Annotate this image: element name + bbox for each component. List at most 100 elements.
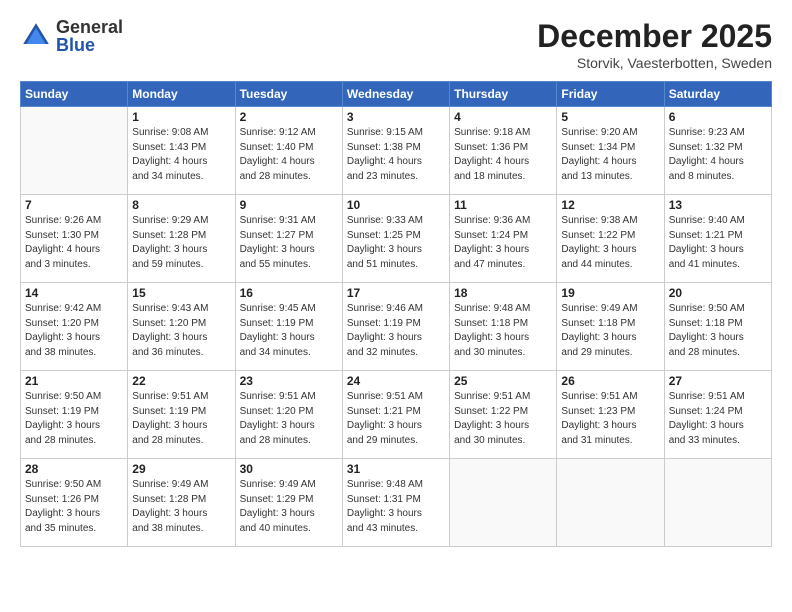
- day-number: 1: [132, 110, 230, 124]
- calendar-cell: 25 Sunrise: 9:51 AM Sunset: 1:22 PM Dayli…: [450, 371, 557, 459]
- day-number: 22: [132, 374, 230, 388]
- logo-general: General: [56, 18, 123, 36]
- weekday-header-wednesday: Wednesday: [342, 82, 449, 107]
- calendar-cell: 17 Sunrise: 9:46 AM Sunset: 1:19 PM Dayli…: [342, 283, 449, 371]
- calendar-cell: 27 Sunrise: 9:51 AM Sunset: 1:24 PM Dayli…: [664, 371, 771, 459]
- weekday-header-sunday: Sunday: [21, 82, 128, 107]
- day-number: 24: [347, 374, 445, 388]
- weekday-header-tuesday: Tuesday: [235, 82, 342, 107]
- calendar-cell: [450, 459, 557, 547]
- day-number: 27: [669, 374, 767, 388]
- day-number: 7: [25, 198, 123, 212]
- day-info: Sunrise: 9:49 AM Sunset: 1:29 PM Dayligh…: [240, 478, 338, 536]
- calendar-cell: 14 Sunrise: 9:42 AM Sunset: 1:20 PM Dayli…: [21, 283, 128, 371]
- calendar-cell: [664, 459, 771, 547]
- calendar-subtitle: Storvik, Vaesterbotten, Sweden: [537, 55, 772, 71]
- calendar-cell: 11Sunrise: 9:36 AM Sunset: 1:24 PM Dayli…: [450, 195, 557, 283]
- weekday-header-thursday: Thursday: [450, 82, 557, 107]
- day-number: 17: [347, 286, 445, 300]
- day-info: Sunrise: 9:31 AM Sunset: 1:27 PM Dayligh…: [240, 214, 338, 272]
- day-number: 6: [669, 110, 767, 124]
- day-number: 18: [454, 286, 552, 300]
- calendar-cell: 18 Sunrise: 9:48 AM Sunset: 1:18 PM Dayli…: [450, 283, 557, 371]
- calendar-cell: [21, 107, 128, 195]
- day-info: Sunrise: 9:26 AM Sunset: 1:30 PM Dayligh…: [25, 214, 123, 272]
- calendar-week-row: 21Sunrise: 9:50 AM Sunset: 1:19 PM Dayli…: [21, 371, 772, 459]
- day-info: Sunrise: 9:40 AM Sunset: 1:21 PM Dayligh…: [669, 214, 767, 272]
- day-info: Sunrise: 9:51 AM Sunset: 1:23 PM Dayligh…: [561, 390, 659, 448]
- day-info: Sunrise: 9:08 AM Sunset: 1:43 PM Dayligh…: [132, 126, 230, 184]
- day-info: Sunrise: 9:43 AM Sunset: 1:20 PM Dayligh…: [132, 302, 230, 360]
- calendar-week-row: 1 Sunrise: 9:08 AM Sunset: 1:43 PM Daylig…: [21, 107, 772, 195]
- day-info: Sunrise: 9:51 AM Sunset: 1:20 PM Dayligh…: [240, 390, 338, 448]
- day-info: Sunrise: 9:49 AM Sunset: 1:18 PM Dayligh…: [561, 302, 659, 360]
- day-number: 19: [561, 286, 659, 300]
- day-info: Sunrise: 9:45 AM Sunset: 1:19 PM Dayligh…: [240, 302, 338, 360]
- logo-blue: Blue: [56, 36, 123, 54]
- day-info: Sunrise: 9:33 AM Sunset: 1:25 PM Dayligh…: [347, 214, 445, 272]
- day-info: Sunrise: 9:29 AM Sunset: 1:28 PM Dayligh…: [132, 214, 230, 272]
- day-info: Sunrise: 9:18 AM Sunset: 1:36 PM Dayligh…: [454, 126, 552, 184]
- day-number: 28: [25, 462, 123, 476]
- day-info: Sunrise: 9:48 AM Sunset: 1:18 PM Dayligh…: [454, 302, 552, 360]
- day-info: Sunrise: 9:46 AM Sunset: 1:19 PM Dayligh…: [347, 302, 445, 360]
- calendar-cell: 16 Sunrise: 9:45 AM Sunset: 1:19 PM Dayli…: [235, 283, 342, 371]
- weekday-header-friday: Friday: [557, 82, 664, 107]
- logo-text: General Blue: [56, 18, 123, 54]
- logo: General Blue: [20, 18, 123, 54]
- day-number: 2: [240, 110, 338, 124]
- day-info: Sunrise: 9:48 AM Sunset: 1:31 PM Dayligh…: [347, 478, 445, 536]
- calendar-cell: 22 Sunrise: 9:51 AM Sunset: 1:19 PM Dayli…: [128, 371, 235, 459]
- day-info: Sunrise: 9:50 AM Sunset: 1:26 PM Dayligh…: [25, 478, 123, 536]
- day-number: 8: [132, 198, 230, 212]
- page: General Blue December 2025 Storvik, Vaes…: [0, 0, 792, 612]
- calendar-cell: 6Sunrise: 9:23 AM Sunset: 1:32 PM Daylig…: [664, 107, 771, 195]
- day-number: 12: [561, 198, 659, 212]
- day-info: Sunrise: 9:50 AM Sunset: 1:18 PM Dayligh…: [669, 302, 767, 360]
- calendar-cell: 24Sunrise: 9:51 AM Sunset: 1:21 PM Dayli…: [342, 371, 449, 459]
- calendar-cell: [557, 459, 664, 547]
- day-number: 10: [347, 198, 445, 212]
- day-number: 23: [240, 374, 338, 388]
- calendar-cell: 2 Sunrise: 9:12 AM Sunset: 1:40 PM Daylig…: [235, 107, 342, 195]
- day-info: Sunrise: 9:15 AM Sunset: 1:38 PM Dayligh…: [347, 126, 445, 184]
- day-number: 9: [240, 198, 338, 212]
- calendar-cell: 4Sunrise: 9:18 AM Sunset: 1:36 PM Daylig…: [450, 107, 557, 195]
- calendar-cell: 3 Sunrise: 9:15 AM Sunset: 1:38 PM Daylig…: [342, 107, 449, 195]
- calendar-cell: 7 Sunrise: 9:26 AM Sunset: 1:30 PM Daylig…: [21, 195, 128, 283]
- weekday-header-saturday: Saturday: [664, 82, 771, 107]
- calendar-cell: 9 Sunrise: 9:31 AM Sunset: 1:27 PM Daylig…: [235, 195, 342, 283]
- day-number: 14: [25, 286, 123, 300]
- calendar-cell: 26 Sunrise: 9:51 AM Sunset: 1:23 PM Dayli…: [557, 371, 664, 459]
- calendar-table: SundayMondayTuesdayWednesdayThursdayFrid…: [20, 81, 772, 547]
- day-number: 26: [561, 374, 659, 388]
- calendar-week-row: 28 Sunrise: 9:50 AM Sunset: 1:26 PM Dayli…: [21, 459, 772, 547]
- calendar-cell: 29Sunrise: 9:49 AM Sunset: 1:28 PM Dayli…: [128, 459, 235, 547]
- calendar-header: SundayMondayTuesdayWednesdayThursdayFrid…: [21, 82, 772, 107]
- day-number: 3: [347, 110, 445, 124]
- day-number: 5: [561, 110, 659, 124]
- day-info: Sunrise: 9:51 AM Sunset: 1:24 PM Dayligh…: [669, 390, 767, 448]
- day-info: Sunrise: 9:36 AM Sunset: 1:24 PM Dayligh…: [454, 214, 552, 272]
- day-number: 25: [454, 374, 552, 388]
- weekday-row: SundayMondayTuesdayWednesdayThursdayFrid…: [21, 82, 772, 107]
- day-info: Sunrise: 9:12 AM Sunset: 1:40 PM Dayligh…: [240, 126, 338, 184]
- calendar-cell: 28 Sunrise: 9:50 AM Sunset: 1:26 PM Dayli…: [21, 459, 128, 547]
- day-info: Sunrise: 9:51 AM Sunset: 1:22 PM Dayligh…: [454, 390, 552, 448]
- day-number: 21: [25, 374, 123, 388]
- calendar-cell: 19 Sunrise: 9:49 AM Sunset: 1:18 PM Dayli…: [557, 283, 664, 371]
- day-number: 20: [669, 286, 767, 300]
- calendar-cell: 21Sunrise: 9:50 AM Sunset: 1:19 PM Dayli…: [21, 371, 128, 459]
- calendar-cell: 15Sunrise: 9:43 AM Sunset: 1:20 PM Dayli…: [128, 283, 235, 371]
- calendar-cell: 12Sunrise: 9:38 AM Sunset: 1:22 PM Dayli…: [557, 195, 664, 283]
- title-block: December 2025 Storvik, Vaesterbotten, Sw…: [537, 18, 772, 71]
- day-info: Sunrise: 9:42 AM Sunset: 1:20 PM Dayligh…: [25, 302, 123, 360]
- calendar-cell: 1 Sunrise: 9:08 AM Sunset: 1:43 PM Daylig…: [128, 107, 235, 195]
- calendar-cell: 8 Sunrise: 9:29 AM Sunset: 1:28 PM Daylig…: [128, 195, 235, 283]
- calendar-cell: 10 Sunrise: 9:33 AM Sunset: 1:25 PM Dayli…: [342, 195, 449, 283]
- weekday-header-monday: Monday: [128, 82, 235, 107]
- logo-icon: [20, 20, 52, 52]
- day-number: 16: [240, 286, 338, 300]
- day-info: Sunrise: 9:51 AM Sunset: 1:19 PM Dayligh…: [132, 390, 230, 448]
- day-info: Sunrise: 9:20 AM Sunset: 1:34 PM Dayligh…: [561, 126, 659, 184]
